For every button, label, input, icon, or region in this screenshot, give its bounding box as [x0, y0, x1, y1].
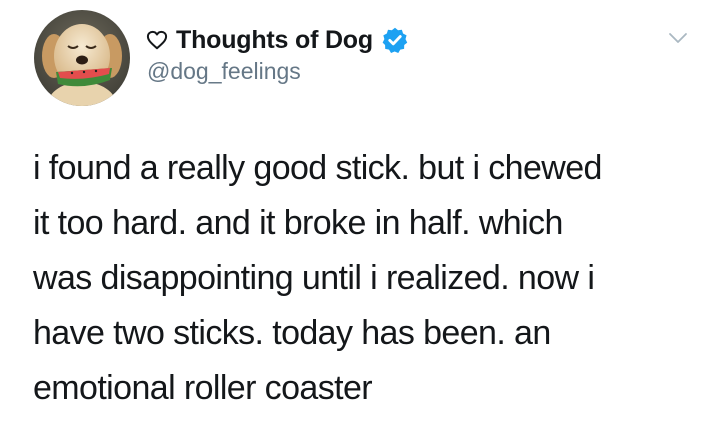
tweet-text-line: i found a really good stick. but i chewe…: [33, 149, 602, 187]
tweet-text: i found a really good stick. but i chewe…: [33, 141, 693, 416]
author-name-row[interactable]: Thoughts of Dog: [146, 22, 409, 58]
tweet-text-line: have two sticks. today has been. an: [33, 314, 551, 352]
verified-badge-icon: [382, 27, 408, 53]
display-name[interactable]: Thoughts of Dog: [176, 26, 373, 55]
tweet-text-line: it too hard. and it broke in half. which: [33, 204, 563, 242]
tweet-card: Thoughts of Dog @dog_feelings i found a …: [0, 0, 720, 437]
heart-outline-icon: [146, 30, 168, 50]
chevron-down-icon[interactable]: [666, 26, 690, 50]
tweet-text-line: emotional roller coaster: [33, 369, 373, 407]
avatar[interactable]: [34, 10, 130, 106]
avatar-image: [34, 10, 130, 106]
tweet-text-line: was disappointing until i realized. now …: [33, 259, 595, 297]
author-handle[interactable]: @dog_feelings: [147, 58, 301, 85]
